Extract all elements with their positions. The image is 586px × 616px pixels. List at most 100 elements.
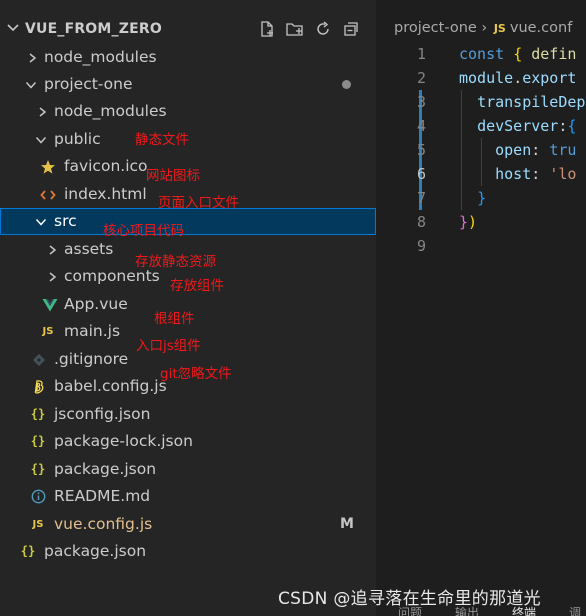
tree-item-label: .gitignore: [54, 350, 129, 368]
line-number: 2: [416, 69, 426, 87]
breadcrumb-file[interactable]: vue.conf: [510, 20, 572, 36]
line-number: 7: [416, 189, 426, 207]
tree-item-root-package-json[interactable]: {} package.json: [0, 538, 376, 565]
tree-item-vue-config[interactable]: JS vue.config.js M: [0, 511, 376, 538]
line-number: 8: [416, 213, 426, 231]
explorer-header[interactable]: VUE_FROM_ZERO: [0, 16, 376, 42]
code-text: open: tru: [495, 141, 577, 159]
code-text: module.export: [459, 69, 577, 87]
explorer-sidebar: VUE_FROM_ZERO node_modules project-one n…: [0, 0, 376, 616]
tab-debug[interactable]: 调: [569, 604, 581, 616]
html-icon: [40, 181, 56, 208]
json-icon: {}: [20, 544, 36, 558]
json-icon: {}: [30, 462, 46, 476]
new-file-icon[interactable]: [256, 18, 278, 40]
tree-item-package-json[interactable]: {} package.json: [0, 456, 376, 483]
tree-item-node-modules-root[interactable]: node_modules: [0, 44, 376, 71]
chevron-down-icon: [23, 71, 39, 98]
line-number: 4: [416, 117, 426, 135]
breadcrumb-separator: ›: [481, 20, 488, 36]
tree-item-label: vue.config.js: [54, 515, 153, 533]
code-line[interactable]: 2 module.export: [376, 66, 586, 90]
tree-item-package-lock[interactable]: {} package-lock.json: [0, 428, 376, 455]
explorer-actions: [256, 18, 362, 40]
tree-item-label: index.html: [64, 185, 147, 203]
tree-item-readme[interactable]: README.md: [0, 483, 376, 510]
tree-item-label: public: [54, 130, 101, 148]
tree-item-label: package.json: [54, 460, 157, 478]
new-folder-icon[interactable]: [284, 18, 306, 40]
star-icon: [40, 153, 56, 180]
tree-item-label: package.json: [44, 542, 147, 560]
annotation-main-js: 入口js组件: [136, 338, 201, 354]
annotation-index-html: 页面入口文件: [158, 195, 239, 211]
chevron-right-icon: [24, 44, 40, 71]
js-icon: JS: [32, 519, 44, 530]
info-icon: [30, 483, 46, 510]
code-text: devServer:{: [477, 117, 577, 135]
tree-item-label: src: [54, 212, 77, 230]
code-text: host: 'lo: [495, 165, 577, 183]
tree-item-node-modules[interactable]: node_modules: [0, 98, 376, 125]
babel-icon: [31, 373, 47, 400]
annotation-assets: 存放静态资源: [135, 254, 216, 270]
vue-icon: [42, 291, 58, 318]
chevron-down-icon[interactable]: [6, 20, 20, 40]
code-line[interactable]: 5 open: tru: [376, 138, 586, 162]
annotation-favicon: 网站图标: [146, 168, 200, 184]
tree-item-label: package-lock.json: [54, 432, 193, 450]
tree-item-label: babel.config.js: [54, 377, 167, 395]
tree-item-project-one[interactable]: project-one: [0, 71, 376, 98]
chevron-right-icon: [34, 98, 50, 125]
refresh-icon[interactable]: [312, 18, 334, 40]
line-number: 6: [416, 165, 426, 183]
json-icon: {}: [30, 434, 46, 448]
tree-item-label: README.md: [54, 487, 151, 505]
tree-item-label: favicon.ico: [64, 157, 148, 175]
tree-item-src[interactable]: src: [0, 208, 376, 235]
collapse-all-icon[interactable]: [340, 18, 362, 40]
js-icon: JS: [493, 22, 506, 35]
annotation-gitignore: git忽略文件: [160, 366, 232, 382]
tree-item-jsconfig[interactable]: {} jsconfig.json: [0, 401, 376, 428]
tree-item-label: project-one: [44, 75, 133, 93]
chevron-down-icon: [33, 126, 49, 153]
code-text: transpileDep: [477, 93, 586, 111]
js-icon: JS: [42, 326, 54, 337]
tree-item-label: node_modules: [44, 48, 157, 66]
modified-dot-icon: [342, 80, 351, 89]
line-number: 3: [416, 93, 426, 111]
line-number: 5: [416, 141, 426, 159]
line-number: 1: [416, 45, 426, 63]
chevron-right-icon: [44, 263, 60, 290]
chevron-right-icon: [44, 236, 60, 263]
explorer-root-title: VUE_FROM_ZERO: [25, 21, 162, 37]
tree-item-label: node_modules: [54, 102, 167, 120]
tree-item-label: jsconfig.json: [54, 405, 151, 423]
tree-item-label: App.vue: [64, 295, 128, 313]
code-line[interactable]: 4 devServer:{: [376, 114, 586, 138]
line-number: 9: [416, 237, 426, 255]
tree-item-label: main.js: [64, 322, 121, 340]
annotation-components: 存放组件: [170, 278, 224, 294]
code-line[interactable]: 9: [376, 234, 586, 258]
tree-item-label: assets: [64, 240, 114, 258]
annotation-public: 静态文件: [135, 132, 189, 148]
breadcrumb: project-one › JS vue.conf: [394, 20, 572, 36]
code-line[interactable]: 1 const { defin: [376, 42, 586, 66]
code-text: }: [477, 189, 487, 207]
code-line[interactable]: 6 host: 'lo: [376, 162, 586, 186]
code-line[interactable]: 3 transpileDep: [376, 90, 586, 114]
git-status-badge: M: [340, 516, 354, 532]
code-text: }): [459, 213, 478, 231]
git-icon: [31, 346, 47, 373]
breadcrumb-folder[interactable]: project-one: [394, 20, 477, 36]
code-text: const { defin: [459, 45, 577, 63]
code-line[interactable]: 7 }: [376, 186, 586, 210]
annotation-app-vue: 根组件: [154, 311, 195, 327]
code-editor[interactable]: project-one › JS vue.conf 1 const { defin 2…: [376, 0, 586, 616]
chevron-down-icon: [33, 208, 49, 235]
watermark: CSDN @追寻落在生命里的那道光: [278, 589, 541, 609]
code-line[interactable]: 8}): [376, 210, 586, 234]
json-icon: {}: [30, 407, 46, 421]
